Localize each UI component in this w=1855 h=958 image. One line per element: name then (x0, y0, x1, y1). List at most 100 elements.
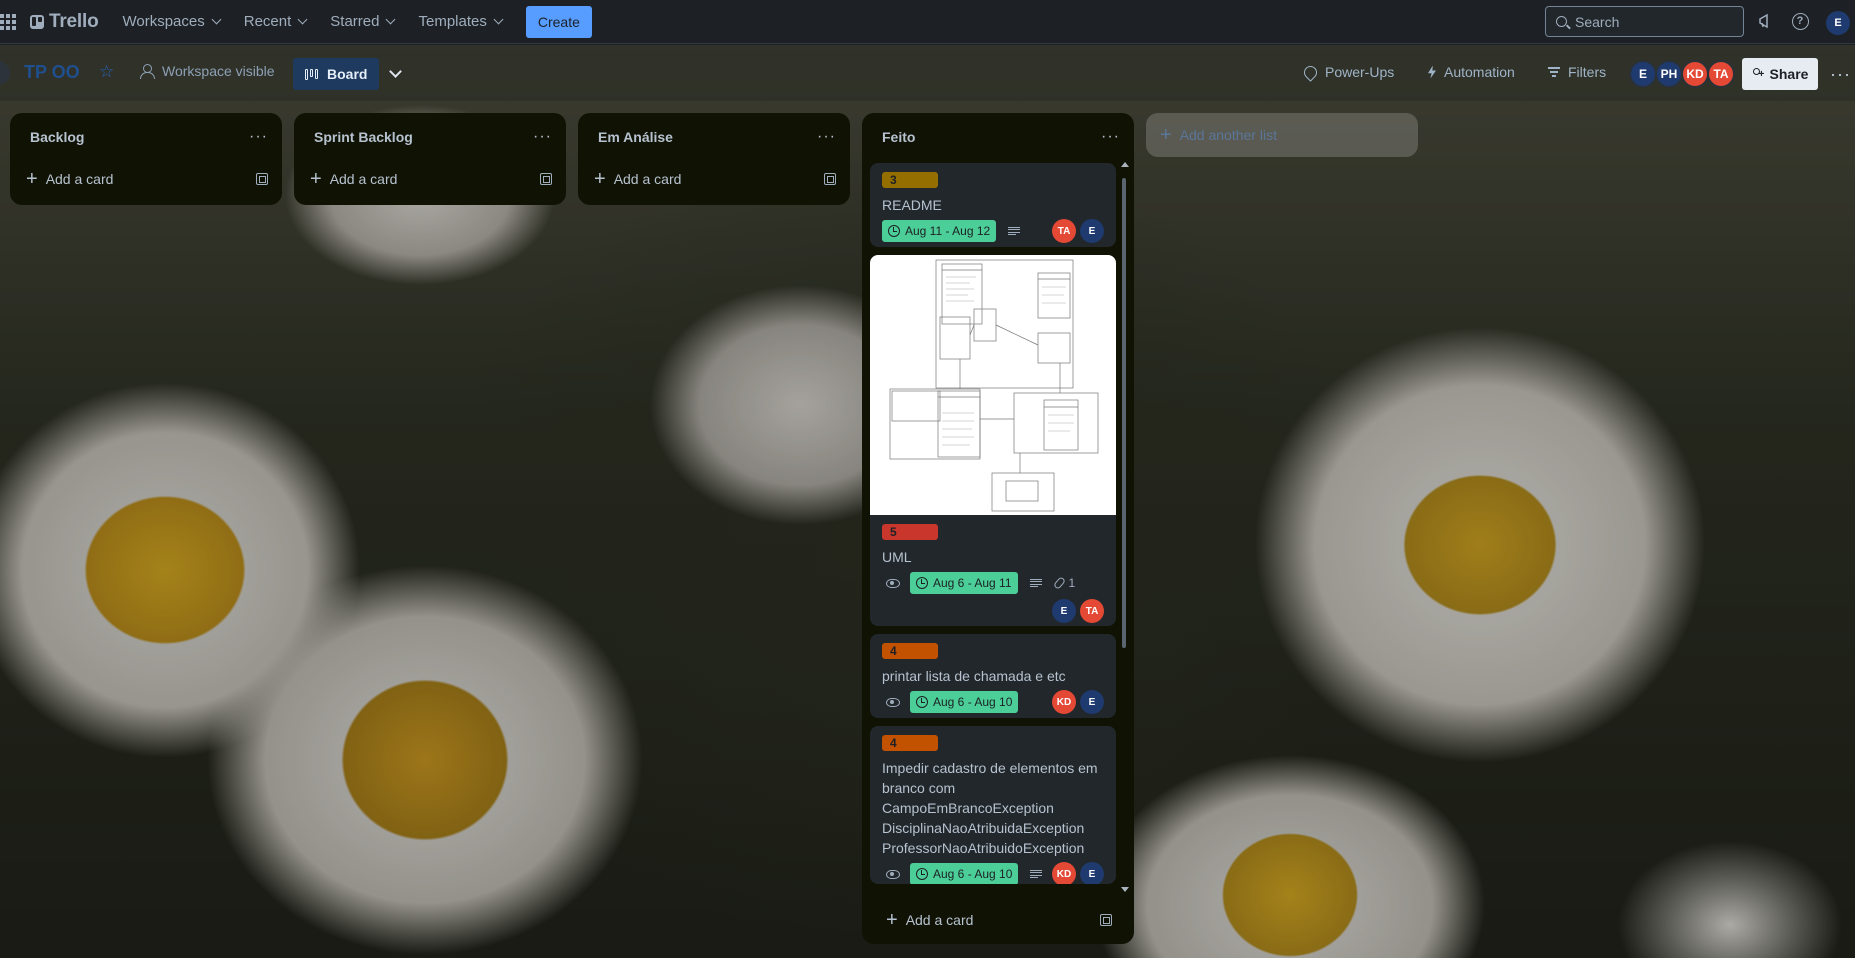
share-button[interactable]: Share (1742, 58, 1818, 90)
add-card-button[interactable]: + Add a card (294, 161, 566, 197)
card-member-avatar[interactable]: E (1080, 219, 1104, 243)
filter-icon (1548, 67, 1560, 77)
card-label[interactable]: 3 (882, 172, 938, 188)
clock-icon (916, 868, 928, 880)
due-date-badge[interactable]: Aug 11 - Aug 12 (882, 220, 997, 242)
list-menu-icon[interactable]: ··· (533, 129, 552, 145)
scroll-down-arrow[interactable] (1121, 887, 1129, 892)
chevron-down-icon (493, 14, 504, 25)
create-button[interactable]: Create (525, 5, 592, 38)
search-box[interactable] (1545, 6, 1744, 37)
card-label[interactable]: 5 (882, 524, 938, 540)
card-title-line: ProfessorNaoAtribuidoException (882, 840, 1085, 856)
list-title[interactable]: Em Análise (598, 129, 673, 145)
help-icon[interactable]: ? (1790, 11, 1810, 31)
add-card-label: Add a card (905, 912, 974, 928)
card-template-icon[interactable] (1100, 914, 1112, 926)
card-member-avatar[interactable]: E (1052, 599, 1076, 623)
add-another-list-button[interactable]: + Add another list (1146, 113, 1418, 157)
add-list-label: Add another list (1179, 127, 1277, 143)
nav-starred-label: Starred (330, 13, 380, 30)
top-navigation: Trello Workspaces Recent Starred Templat… (0, 0, 1855, 44)
star-icon[interactable]: ☆ (99, 62, 114, 82)
due-date-text: Aug 6 - Aug 10 (933, 867, 1013, 881)
visibility-button[interactable]: Workspace visible (140, 63, 275, 79)
card-member-avatar[interactable]: KD (1052, 690, 1076, 714)
card-readme[interactable]: 3 README Aug 11 - Aug 12 TA E (870, 163, 1116, 247)
card-member-avatar[interactable]: TA (1080, 599, 1104, 623)
card-title: printar lista de chamada e etc (882, 668, 1066, 684)
member-avatar-ph[interactable]: PH (1655, 60, 1683, 88)
due-date-badge[interactable]: Aug 6 - Aug 11 (910, 572, 1018, 594)
description-icon (1030, 869, 1043, 879)
apps-grid-icon[interactable] (0, 13, 16, 30)
automation-button[interactable]: Automation (1428, 64, 1515, 80)
list-title[interactable]: Backlog (30, 129, 84, 145)
nav-workspaces[interactable]: Workspaces (122, 13, 222, 30)
trello-logo[interactable]: Trello (30, 11, 99, 33)
add-card-button[interactable]: + Add a card (870, 902, 1126, 938)
list-header: Sprint Backlog ··· (294, 113, 566, 161)
scroll-up-arrow[interactable] (1121, 162, 1129, 167)
list-title[interactable]: Feito (882, 129, 915, 145)
list-feito[interactable]: Feito ··· 3 README Aug 11 - Aug 12 TA E (862, 113, 1134, 944)
description-icon (1008, 226, 1021, 236)
nav-recent[interactable]: Recent (244, 13, 308, 30)
search-input[interactable] (1575, 13, 1725, 30)
notifications-megaphone-icon[interactable] (1755, 11, 1775, 31)
list-header: Feito ··· (862, 113, 1134, 161)
card-printar-lista[interactable]: 4 printar lista de chamada e etc Aug 6 -… (870, 634, 1116, 718)
card-member-avatar[interactable]: E (1080, 862, 1104, 884)
board-view-button[interactable]: Board (293, 58, 380, 90)
card-badges: Aug 6 - Aug 10 KD E (882, 690, 1104, 714)
list-header: Backlog ··· (10, 113, 282, 161)
card-member-avatar[interactable]: TA (1052, 219, 1076, 243)
card-member-avatar[interactable]: KD (1052, 862, 1076, 884)
list-sprint-backlog[interactable]: Sprint Backlog ··· + Add a card (294, 113, 566, 205)
list-menu-icon[interactable]: ··· (1101, 129, 1120, 145)
card-badges: Aug 11 - Aug 12 TA E (882, 219, 1104, 243)
member-avatar-e[interactable]: E (1629, 60, 1657, 88)
due-date-text: Aug 6 - Aug 10 (933, 695, 1013, 709)
card-template-icon[interactable] (256, 173, 268, 185)
watch-eye-icon (886, 578, 900, 588)
board-title[interactable]: TP OO (24, 62, 80, 83)
share-label: Share (1769, 66, 1809, 82)
card-impedir-cadastro[interactable]: 4 Impedir cadastro de elementos em branc… (870, 726, 1116, 884)
card-label[interactable]: 4 (882, 735, 938, 751)
user-avatar[interactable]: E (1826, 11, 1850, 35)
more-options-icon[interactable]: ··· (1830, 64, 1851, 85)
add-card-label: Add a card (329, 171, 398, 187)
due-date-text: Aug 6 - Aug 11 (933, 576, 1012, 590)
card-title: UML (882, 549, 912, 565)
member-avatar-ta[interactable]: TA (1707, 60, 1735, 88)
filters-button[interactable]: Filters (1548, 64, 1606, 80)
list-em-analise[interactable]: Em Análise ··· + Add a card (578, 113, 850, 205)
add-card-button[interactable]: + Add a card (578, 161, 850, 197)
chevron-down-icon (211, 14, 222, 25)
due-date-badge[interactable]: Aug 6 - Aug 10 (910, 863, 1019, 884)
chevron-down-icon (297, 14, 308, 25)
member-avatar-kd[interactable]: KD (1681, 60, 1709, 88)
chevron-down-icon[interactable] (389, 65, 402, 78)
board-header: TP OO ☆ Workspace visible Board Power-Up… (0, 45, 1855, 101)
due-date-badge[interactable]: Aug 6 - Aug 10 (910, 691, 1019, 713)
card-member-avatar[interactable]: E (1080, 690, 1104, 714)
scrollbar-thumb[interactable] (1122, 178, 1126, 648)
card-template-icon[interactable] (824, 173, 836, 185)
card-uml[interactable]: 5 UML Aug 6 - Aug 11 1 E TA (870, 255, 1116, 626)
description-icon (1029, 578, 1042, 588)
list-backlog[interactable]: Backlog ··· + Add a card (10, 113, 282, 205)
list-menu-icon[interactable]: ··· (817, 129, 836, 145)
card-label[interactable]: 4 (882, 643, 938, 659)
list-title[interactable]: Sprint Backlog (314, 129, 413, 145)
nav-starred[interactable]: Starred (330, 13, 396, 30)
add-card-button[interactable]: + Add a card (10, 161, 282, 197)
attachment-count: 1 (1068, 576, 1076, 590)
card-template-icon[interactable] (540, 173, 552, 185)
nav-templates-label: Templates (418, 13, 487, 30)
power-ups-button[interactable]: Power-Ups (1301, 62, 1394, 82)
list-menu-icon[interactable]: ··· (249, 129, 268, 145)
nav-templates[interactable]: Templates (418, 13, 504, 30)
board-workspace-avatar[interactable] (0, 61, 10, 85)
